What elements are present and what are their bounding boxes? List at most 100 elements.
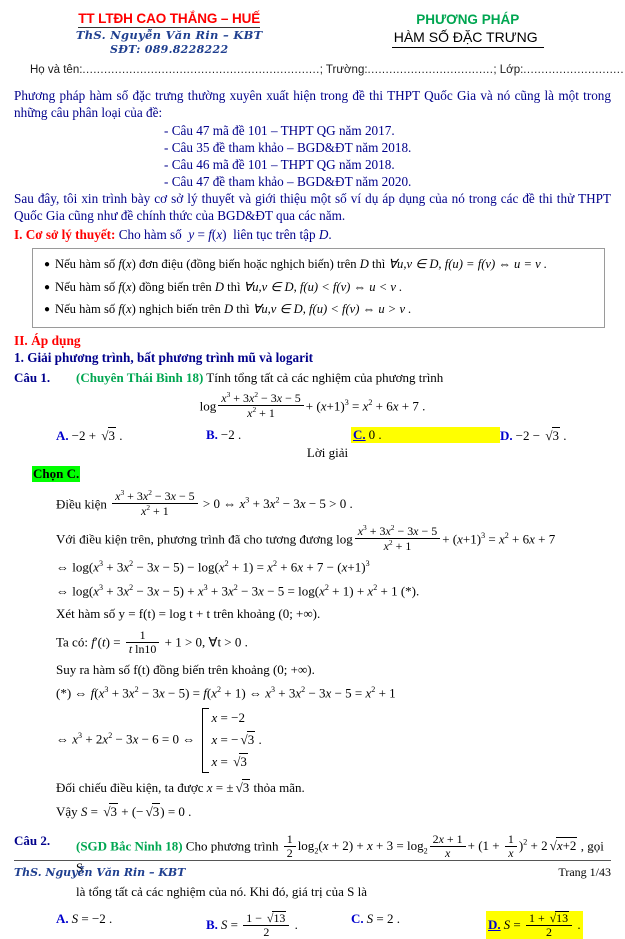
question-1-label: Câu 1. <box>14 369 51 385</box>
solution-step-log-split: ⇔ log(x3 + 3x2 − 3x − 5) − log(x2 + 1) =… <box>56 559 370 575</box>
chosen-answer-wrap: Chọn C. <box>14 461 611 483</box>
student-info-line: Họ và tên:..............................… <box>0 58 625 76</box>
bullet-dot-icon: ● <box>43 281 51 293</box>
question-2-equation: 1 2 log2(x + 2) + x + 3 = log2 2x + 1 x + (1 … <box>282 832 581 859</box>
page-header: TT LTĐH CAO THẮNG – HUẾ ThS. Nguyễn Văn … <box>0 0 625 58</box>
choice-c-letter: C. <box>351 910 364 926</box>
name-field-label: Họ và tên: <box>30 64 83 77</box>
question-1-equation: log x3 + 3x2 − 3x − 5 x2 + 1 + (x+1)3 = x2 … <box>199 389 426 420</box>
application-sub-head: 1. Giải phương trình, bất phương trình m… <box>14 349 313 365</box>
derivative-lead: Ta có: <box>56 634 88 650</box>
question-1-prompt: Tính tổng tất cả các nghiệm của phương t… <box>206 369 444 385</box>
chosen-answer: Chọn C. <box>32 465 81 482</box>
solution-step-star: (*) ⇔ f(x3 + 3x2 − 3x − 5) = f(x2 + 1) ⇔… <box>56 684 396 701</box>
list-item: - Câu 46 mã đề 101 – THPT QG năm 2018. <box>164 156 395 172</box>
question-1-body: (Chuyên Thái Bình 18) Tính tổng tất cả c… <box>76 370 611 387</box>
solution-step-cases: ⇔ x3 + 2x2 − 3x − 6 = 0 ⇔ x = −2 x = −3 … <box>14 708 611 773</box>
choice-b-letter: B. <box>206 426 218 442</box>
case-row-3: x = 3 <box>212 751 262 773</box>
school-name-wrap: TT LTĐH CAO THẮNG – HUẾ <box>14 10 324 28</box>
question-2-prompt-post: là tổng tất cả các nghiệm của nó. Khi đó… <box>76 883 367 899</box>
choice-d-value: −2 − 3 . <box>516 426 567 443</box>
bullet-3-lead: Nếu hàm số <box>55 302 116 317</box>
bullet-1-lead: Nếu hàm số <box>55 257 116 272</box>
bullet-1-mid: đơn điệu (đồng biến hoặc nghịch biến) tr… <box>138 257 357 272</box>
choice-b-value: S = 1 − 132 . <box>221 910 298 938</box>
document-body: Phương pháp hàm số đặc trưng thường xuyê… <box>0 87 625 939</box>
condition-lead: Điều kiện <box>56 496 107 512</box>
bullet-2-mid: đồng biến trên <box>138 279 212 294</box>
bullet-1-condition: ∀u,v ∈ D, f(u) = f(v) ⇔ u = v . <box>388 257 548 272</box>
document-kind: PHƯƠNG PHÁP <box>416 12 520 27</box>
phone-number: SĐT: 089.8228222 <box>110 43 229 57</box>
footer-author: ThS. Nguyễn Văn Rin – KBT <box>14 866 186 879</box>
theory-bullet-1-text: Nếu hàm số f(x) đơn điệu (đồng biến hoặc… <box>55 257 548 272</box>
bullet-1-then: thì <box>371 257 386 272</box>
choice-b[interactable]: B. −2 . <box>206 427 351 443</box>
choice-a[interactable]: A. S = −2 . <box>56 911 206 927</box>
choice-c-letter: C. <box>353 426 366 442</box>
cases-bracket: x = −2 x = −3 . x = 3 <box>201 708 262 773</box>
solution-step-derivative: Ta có: f′(t) = 1t ln10 + 1 > 0, ∀t > 0 . <box>56 627 248 656</box>
question-1: Câu 1. (Chuyên Thái Bình 18) Tính tổng t… <box>14 370 611 387</box>
theory-heading-domain: D <box>318 226 329 242</box>
header-right-block: PHƯƠNG PHÁP HÀM SỐ ĐẶC TRƯNG <box>324 10 611 48</box>
bracket-icon <box>201 708 209 773</box>
solution-step-compare: Đối chiếu điều kiện, ta được x = ±3 thỏa… <box>14 778 611 797</box>
bullet-1-domain: D <box>359 257 369 272</box>
choice-a-letter: A. <box>56 910 69 926</box>
theory-bullet-3-text: Nếu hàm số f(x) nghịch biến trên D thì ∀… <box>55 302 412 317</box>
bullet-2-then: thì <box>227 279 241 294</box>
question-2-source: (SGD Bắc Ninh 18) <box>76 837 183 853</box>
solution-step-condition: Điều kiện x3 + 3x2 − 3x − 5 x2 + 1 > 0 ⇔ … <box>56 487 353 518</box>
choice-a[interactable]: A.−2 + 3 . <box>56 426 206 444</box>
list-item: - Câu 35 đề tham khảo – BGD&ĐT năm 2018. <box>164 139 412 155</box>
choice-b-value: −2 . <box>220 426 242 442</box>
condition-tail: > 0 ⇔ x3 + 3x2 − 3x − 5 > 0 . <box>202 495 353 512</box>
bullet-3-condition: ∀u,v ∈ D, f(u) < f(v) ⇔ u > v . <box>252 302 412 317</box>
list-item: - Câu 47 đề tham khảo – BGD&ĐT năm 2020. <box>164 174 412 190</box>
exam-reference-list: - Câu 47 mã đề 101 – THPT QG năm 2017. -… <box>14 122 611 191</box>
intro-paragraph-1: Phương pháp hàm số đặc trưng thường xuyê… <box>14 88 611 121</box>
choice-d[interactable]: D.−2 − 3 . <box>500 426 567 444</box>
solution-step-rearranged: ⇔ log(x3 + 3x2 − 3x − 5) + x3 + 3x2 − 3x… <box>56 582 420 598</box>
bullet-2-condition: ∀u,v ∈ D, f(u) < f(v) ⇔ u < v . <box>243 279 403 294</box>
choice-d-letter: D. <box>500 427 513 443</box>
bullet-3-domain: D <box>223 302 234 317</box>
bullet-2-domain: D <box>214 279 224 294</box>
equivalent-lead: Với điều kiện trên, phương trình đã cho … <box>56 531 333 547</box>
choice-c[interactable]: C. S = 2 . <box>351 911 486 927</box>
class-field-label: ; Lớp: <box>493 64 524 77</box>
solution-step-final: Vậy S = 3 + (−3) = 0 . <box>14 802 611 821</box>
choice-a-letter: A. <box>56 427 69 443</box>
bullet-2-lead: Nếu hàm số <box>55 279 116 294</box>
choice-c[interactable]: C. 0 . <box>351 426 500 443</box>
header-left-block: TT LTĐH CAO THẮNG – HUẾ ThS. Nguyễn Văn … <box>14 10 324 58</box>
school-field-dots[interactable]: ................................... <box>368 64 494 76</box>
choice-d-letter: D. <box>488 916 501 932</box>
choice-a-value: S = −2 . <box>71 910 113 926</box>
question-1-source: (Chuyên Thái Bình 18) <box>76 369 204 385</box>
class-field-dots[interactable]: ............................... <box>523 64 625 76</box>
school-name: TT LTĐH CAO THẮNG – HUẾ <box>78 11 261 28</box>
solution-step-consider-function: Xét hàm số y = f(t) = log t + t trên kho… <box>56 605 321 621</box>
choice-a-value: −2 + 3 . <box>72 426 123 443</box>
theory-bullet-3: ● Nếu hàm số f(x) nghịch biến trên D thì… <box>39 299 598 322</box>
cases-rows: x = −2 x = −3 . x = 3 <box>212 708 262 773</box>
theory-section-label: I. Cơ sở lý thuyết: <box>14 226 116 242</box>
theory-heading-period: . <box>328 226 332 242</box>
name-field-dots[interactable]: ........................................… <box>82 64 319 76</box>
question-2-choices: A.S = −2 . B.S = 1 − 132 . C.S = 2 . D.S… <box>14 910 611 939</box>
document-page: TT LTĐH CAO THẮNG – HUẾ ThS. Nguyễn Văn … <box>0 0 625 939</box>
bullet-dot-icon: ● <box>43 304 51 316</box>
solution-step-monotone: Suy ra hàm số f(t) đồng biến trên khoảng… <box>56 661 315 677</box>
theory-heading-post: liên tục trên tập <box>233 226 316 242</box>
choice-d-value: S = 1 + 132 . <box>504 910 581 938</box>
choice-b-letter: B. <box>206 916 218 932</box>
derivative-tail: + 1 > 0, ∀t > 0 . <box>164 634 248 650</box>
choice-d[interactable]: D.S = 1 + 132 . <box>486 910 583 939</box>
teacher-name: ThS. Nguyễn Văn Rin – KBT <box>75 27 263 42</box>
question-2-prompt-pre: Cho phương trình <box>185 837 279 853</box>
theory-bullet-2: ● Nếu hàm số f(x) đồng biến trên D thì ∀… <box>39 276 598 299</box>
choice-b[interactable]: B.S = 1 − 132 . <box>206 910 351 939</box>
